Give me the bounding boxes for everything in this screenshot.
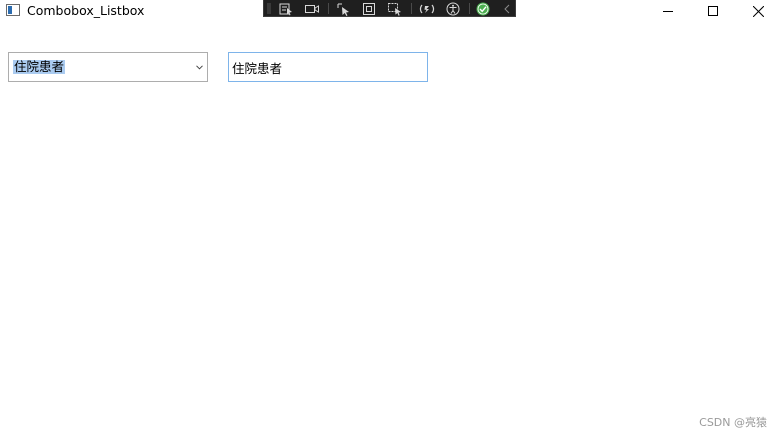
combobox-selected-value: 住院患者 [13,59,66,74]
track-focus-icon[interactable] [387,1,403,16]
collapse-chevron-icon[interactable] [499,1,515,16]
toolbar-separator [328,3,329,14]
maximize-button[interactable] [690,0,736,22]
layout-adorner-icon[interactable] [361,1,377,16]
minimize-icon [663,11,673,12]
app-window-icon [6,4,20,16]
close-button[interactable] [735,0,781,22]
chevron-down-icon[interactable] [195,63,203,71]
window-title: Combobox_Listbox [27,3,145,18]
close-icon [752,5,764,17]
minimize-button[interactable] [645,0,691,22]
record-icon[interactable] [304,1,320,16]
toolbar-separator [469,3,470,14]
maximize-icon [708,6,718,16]
csdn-watermark: CSDN @亮猿 [699,416,767,429]
toolbar-grip-icon[interactable] [267,3,271,14]
select-element-icon[interactable] [278,1,294,16]
hot-reload-icon[interactable] [419,1,435,16]
pointer-select-icon[interactable] [336,1,352,16]
app-window: Combobox_Listbox 住院患者 住院患者 CSDN @亮猿 [0,0,781,436]
selected-value-textbox[interactable] [228,52,428,82]
accessibility-icon[interactable] [445,1,461,16]
binding-ok-icon[interactable] [475,1,491,16]
toolbar-separator [411,3,412,14]
patient-type-combobox[interactable]: 住院患者 [8,52,208,82]
xaml-debug-toolbar [263,0,516,17]
